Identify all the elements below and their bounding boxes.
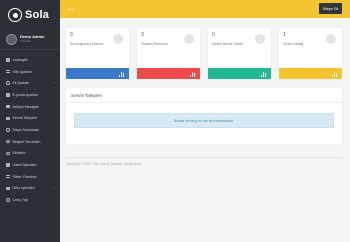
stat-value: 1: [283, 32, 286, 38]
stat-label: Toplam Personel: [141, 42, 168, 46]
topbar: ← Siteye Git: [60, 0, 350, 18]
stat-icon: [113, 34, 123, 44]
sidebar-item-label: Sıkça Sorulanlar: [12, 127, 39, 132]
bar-chart-icon: [331, 72, 337, 77]
stat-card[interactable]: 3 Toplam Personel: [137, 28, 200, 79]
main-content: 3 Sunduğumuz Hizmet 3 Toplam Personel 0 Gelen…: [60, 18, 350, 242]
sidebar-item-0[interactable]: Anasayfa: [0, 54, 60, 66]
user-profile[interactable]: Demo Admin Yönetici: [0, 30, 60, 50]
sidebar-item-5[interactable]: Servis Talepleri: [0, 112, 60, 124]
arrow-left-icon[interactable]: ←: [66, 2, 76, 16]
stat-icon: [326, 34, 336, 44]
sidebar-item-7[interactable]: Müşteri Yorumları: [0, 136, 60, 148]
stat-card-footer: [137, 68, 200, 79]
stat-card[interactable]: 1 Gelen Mesaj: [279, 28, 342, 79]
home-icon: [6, 58, 10, 62]
stat-card-footer: [279, 68, 342, 79]
sidebar-item-label: Müşteri Yorumları: [12, 139, 41, 144]
bar-chart-icon: [118, 72, 124, 77]
service-requests-panel: Servis Talepleri Burada herhangi bir ver…: [66, 88, 342, 144]
stat-value: 3: [141, 32, 144, 38]
sidebar: Sola Demo Admin Yönetici Anasayfa Site Ay…: [0, 0, 60, 242]
stat-card-footer: [66, 68, 129, 79]
sidebar-item-label: Servis Talepleri: [12, 116, 37, 121]
sidebar-item-4[interactable]: İletişim Mesajları: [0, 101, 60, 113]
sidebar-item-3[interactable]: E-posta Ayarları: [0, 89, 60, 101]
sidebar-item-label: Anasayfa: [12, 57, 28, 62]
sidebar-item-label: Site Ayarları: [12, 69, 32, 74]
gear-icon: [6, 81, 10, 85]
sidebar-item-2[interactable]: Ek Ayarlar ›: [0, 77, 60, 89]
logo-icon: [8, 8, 22, 22]
footer-copyright: Copyright © 2022. Tüm Hakları Saklıdır. …: [66, 162, 141, 166]
stat-value: 3: [70, 32, 73, 38]
comment-icon: [6, 139, 10, 144]
stat-card-footer: [208, 68, 271, 79]
box-icon: [6, 186, 10, 191]
team-icon: [6, 151, 10, 156]
stat-card[interactable]: 3 Sunduğumuz Hizmet: [66, 28, 129, 79]
stat-icon: [255, 34, 265, 44]
sidebar-item-label: Ürün İşlemleri: [12, 186, 35, 191]
slider-icon: [6, 175, 10, 179]
divider: [66, 102, 342, 103]
stat-value: 0: [212, 32, 215, 38]
sidebar-item-10[interactable]: Slider Yönetimi: [0, 171, 60, 183]
brand-logo[interactable]: Sola: [0, 0, 60, 30]
stat-icon: [184, 34, 194, 44]
question-icon: [6, 128, 10, 132]
mail-icon: [6, 93, 10, 97]
sidebar-item-8[interactable]: Ekibimiz: [0, 148, 60, 160]
avatar: [6, 34, 17, 45]
chevron-right-icon: ›: [53, 81, 55, 86]
sidebar-item-11[interactable]: Ürün İşlemleri ›: [0, 183, 60, 195]
sidebar-item-label: Slider Yönetimi: [12, 174, 37, 179]
go-to-site-button[interactable]: Siteye Git: [319, 3, 342, 14]
stat-label: Gelen Mesaj: [283, 42, 304, 46]
sidebar-menu: Anasayfa Site Ayarları Ek Ayarlar › E-posta …: [0, 50, 60, 206]
stat-label: Sunduğumuz Hizmet: [70, 42, 104, 46]
ticket-icon: [6, 116, 10, 121]
sidebar-item-label: İletişim Mesajları: [12, 104, 40, 109]
logout-icon: [6, 198, 10, 202]
stat-card[interactable]: 0 Gelen Servis Talebi: [208, 28, 271, 79]
image-icon: [6, 163, 10, 167]
panel-title: Servis Talepleri: [71, 93, 103, 98]
bar-chart-icon: [189, 72, 195, 77]
sidebar-item-label: Çıkış Yap: [12, 198, 28, 203]
sidebar-item-9[interactable]: Galeri İşlemleri: [0, 159, 60, 171]
user-role: Yönetici: [20, 39, 31, 44]
chevron-right-icon: ›: [53, 186, 55, 191]
sidebar-item-label: Ek Ayarlar: [12, 81, 29, 86]
stat-cards: 3 Sunduğumuz Hizmet 3 Toplam Personel 0 Gelen…: [66, 28, 342, 79]
sidebar-item-6[interactable]: Sıkça Sorulanlar: [0, 124, 60, 136]
message-icon: [6, 104, 10, 109]
empty-state-alert: Burada herhangi bir veri bulunmamaktadır…: [74, 113, 334, 128]
settings-icon: [6, 70, 10, 74]
sidebar-item-label: Galeri İşlemleri: [12, 163, 37, 168]
sidebar-item-label: E-posta Ayarları: [12, 92, 39, 97]
sidebar-item-1[interactable]: Site Ayarları: [0, 66, 60, 78]
brand-name: Sola: [25, 9, 50, 21]
divider: [66, 157, 342, 158]
bar-chart-icon: [260, 72, 266, 77]
sidebar-item-12[interactable]: Çıkış Yap: [0, 194, 60, 206]
sidebar-item-label: Ekibimiz: [12, 151, 26, 156]
stat-label: Gelen Servis Talebi: [212, 42, 243, 46]
